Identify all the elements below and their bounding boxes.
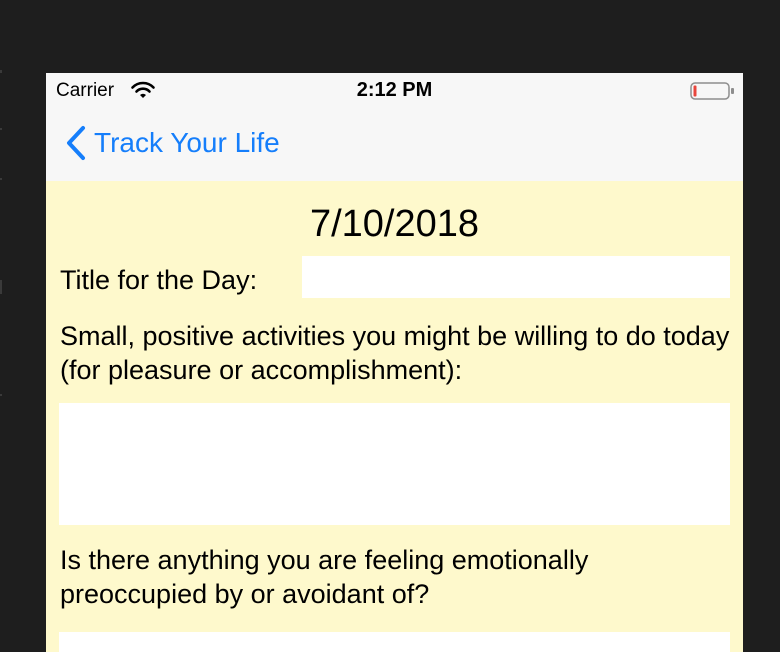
- entry-date: 7/10/2018: [309, 203, 480, 245]
- activities-question: Small, positive activities you might be …: [60, 321, 730, 385]
- window-edge-mark: [0, 70, 2, 73]
- title-field-label: Title for the Day:: [60, 265, 258, 295]
- emotional-question: Is there anything you are feeling emotio…: [60, 545, 589, 609]
- window-edge-mark: [0, 128, 2, 130]
- navigation-bar: Track Your Life: [46, 109, 743, 181]
- status-time: 2:12 PM: [356, 79, 433, 101]
- window-edge-mark: [0, 280, 2, 294]
- window-edge-mark: [0, 394, 2, 396]
- simulator-screen: Carrier 2:12 PM Track Your Life 7/10/201…: [46, 73, 743, 652]
- journal-entry-form: 7/10/2018 Title for the Day: Small, posi…: [46, 181, 743, 652]
- status-bar: Carrier 2:12 PM: [46, 73, 743, 109]
- window-edge-mark: [0, 178, 2, 180]
- back-button[interactable]: Track Your Life: [64, 123, 280, 163]
- title-input[interactable]: [302, 256, 730, 298]
- chevron-left-icon: [67, 126, 85, 160]
- battery-low-icon: [690, 82, 734, 100]
- emotional-textarea[interactable]: [59, 632, 730, 652]
- back-button-label: Track Your Life: [94, 127, 280, 158]
- activities-textarea[interactable]: [59, 403, 730, 525]
